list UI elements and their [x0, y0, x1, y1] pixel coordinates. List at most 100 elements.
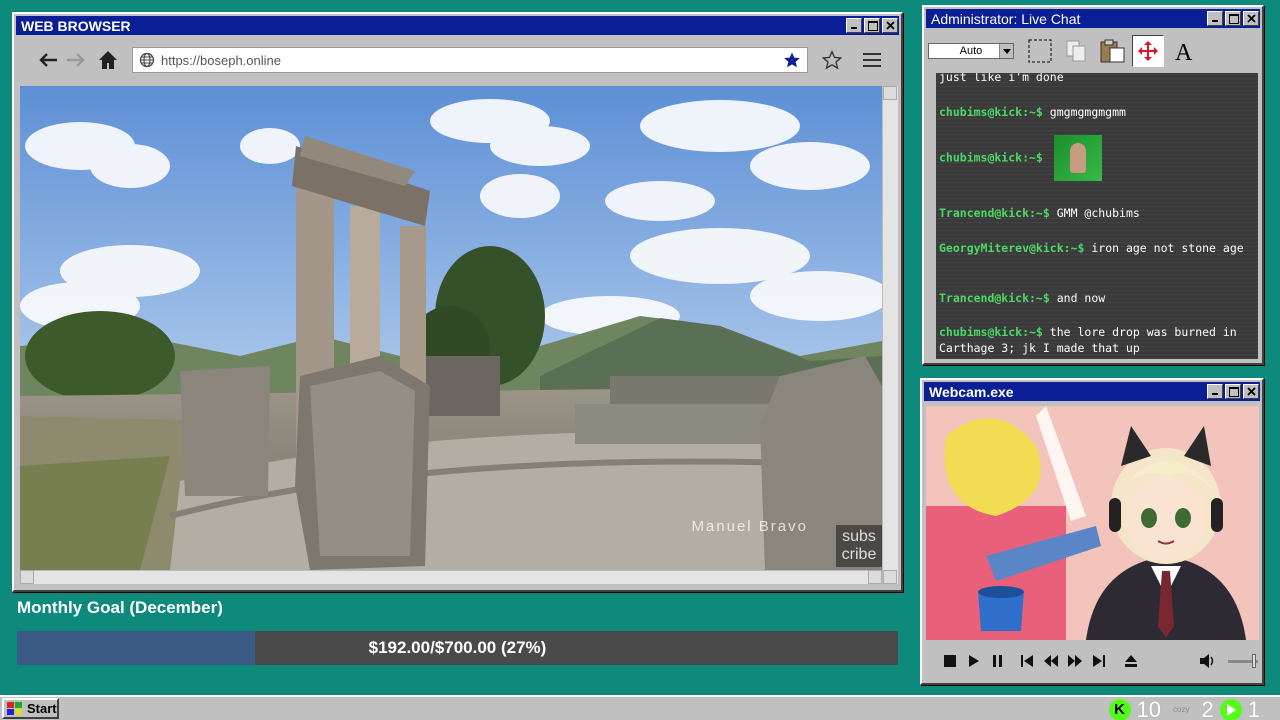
fast-forward-icon [1067, 655, 1082, 667]
scroll-down-button[interactable] [883, 570, 897, 584]
pause-button[interactable] [986, 649, 1010, 673]
home-button[interactable] [94, 45, 122, 75]
select-tool-button[interactable] [1024, 35, 1056, 67]
cozy-viewer-count: 2 [1201, 696, 1214, 720]
star-outline-icon [822, 50, 842, 70]
chat-title: Administrator: Live Chat [931, 10, 1081, 27]
chat-message: chubims@kick:~$ the lore drop was burned… [939, 324, 1249, 356]
favorites-button[interactable] [818, 45, 846, 75]
volume-thumb[interactable] [1252, 654, 1257, 668]
media-controls [926, 646, 1259, 676]
message-user: chubims@kick:~$ [939, 105, 1043, 119]
message-text: iron age not stone age [1091, 241, 1244, 255]
goal-progress-text: $192.00/$700.00 (27%) [368, 638, 547, 657]
hamburger-icon [863, 53, 881, 67]
stop-icon [943, 655, 956, 667]
maximize-button[interactable] [1225, 11, 1241, 26]
webcam-titlebar[interactable]: Webcam.exe [924, 382, 1260, 401]
kick-viewer-count: 10 [1136, 696, 1162, 720]
close-button[interactable] [882, 18, 898, 33]
play-icon [968, 655, 979, 667]
video-watermark: Manuel Bravo [691, 518, 808, 535]
chevron-down-icon [999, 44, 1013, 58]
chat-messages[interactable]: just like i'm done chubims@kick:~$ gmgmg… [936, 73, 1258, 359]
maximize-button[interactable] [1225, 384, 1241, 399]
close-button[interactable] [1243, 11, 1259, 26]
minimize-button[interactable] [1207, 11, 1223, 26]
menu-button[interactable] [858, 45, 886, 75]
chat-titlebar[interactable]: Administrator: Live Chat [926, 9, 1260, 28]
skip-back-icon [1021, 655, 1034, 667]
arrow-right-icon [67, 53, 85, 67]
minimize-button[interactable] [1207, 384, 1223, 399]
system-tray: K 10 cozy 2 1 [1108, 696, 1266, 720]
chat-message: chubims@kick:~$ [939, 135, 1249, 181]
volume-slider[interactable] [1228, 654, 1259, 668]
vertical-scrollbar[interactable] [882, 86, 898, 584]
chat-message: just like i'm done [939, 73, 1249, 85]
scroll-left-button[interactable] [20, 570, 34, 584]
copy-button[interactable] [1060, 35, 1092, 67]
back-button[interactable] [34, 45, 62, 75]
move-tool-button[interactable] [1132, 35, 1164, 67]
message-text: and now [1056, 291, 1106, 305]
home-icon [99, 51, 117, 69]
chat-message: Trancend@kick:~$ and now [939, 290, 1249, 306]
webcam-view [926, 406, 1259, 640]
start-button[interactable]: Start [2, 698, 59, 719]
message-text: just like i'm done [939, 73, 1064, 84]
maximize-button[interactable] [864, 18, 880, 33]
skip-forward-icon [1092, 655, 1105, 667]
marquee-select-icon [1028, 39, 1052, 63]
play-viewer-count: 1 [1247, 696, 1260, 720]
scroll-up-button[interactable] [883, 86, 897, 100]
goal-progress-bar: $192.00/$700.00 (27%) [17, 631, 898, 665]
volume-button[interactable] [1197, 649, 1221, 673]
close-icon [1247, 14, 1256, 23]
fast-forward-button[interactable] [1063, 649, 1087, 673]
next-button[interactable] [1087, 649, 1111, 673]
goal-title: Monthly Goal (December) [17, 598, 223, 617]
message-user: Trancend@kick:~$ [939, 291, 1050, 305]
stop-button[interactable] [938, 649, 962, 673]
subscribe-button[interactable]: subs cribe [836, 525, 882, 567]
webcam-window: Webcam.exe [920, 378, 1264, 685]
play-button[interactable] [962, 649, 986, 673]
font-select[interactable]: Auto [928, 43, 1014, 59]
horizontal-scrollbar[interactable] [20, 570, 882, 584]
font-button[interactable]: A [1168, 35, 1200, 67]
message-user: chubims@kick:~$ [939, 150, 1043, 165]
chat-window: Administrator: Live Chat Auto A just lik… [922, 5, 1264, 365]
paste-icon [1100, 39, 1125, 63]
close-icon [886, 21, 895, 30]
bookmark-star-filled-icon[interactable] [783, 51, 801, 69]
browser-window: WEB BROWSER https://boseph.online Manuel… [12, 12, 903, 592]
move-arrows-icon [1138, 41, 1158, 61]
rewind-icon [1044, 655, 1059, 667]
close-icon [1247, 387, 1256, 396]
eject-button[interactable] [1119, 649, 1143, 673]
close-button[interactable] [1243, 384, 1259, 399]
globe-icon [139, 52, 155, 68]
font-select-value: Auto [959, 45, 983, 57]
video-player[interactable]: Manuel Bravo subs cribe [20, 86, 882, 570]
anime-avatar-image [926, 406, 1259, 640]
minimize-button[interactable] [846, 18, 862, 33]
kick-logo-icon[interactable]: K [1108, 698, 1131, 720]
play-circle-icon[interactable] [1219, 698, 1242, 720]
browser-titlebar[interactable]: WEB BROWSER [16, 16, 899, 35]
font-a-icon: A [1175, 40, 1193, 64]
message-user: chubims@kick:~$ [939, 325, 1043, 339]
eject-icon [1124, 655, 1137, 667]
rewind-button[interactable] [1039, 649, 1063, 673]
address-bar[interactable]: https://boseph.online [132, 47, 808, 73]
scroll-right-button[interactable] [868, 570, 882, 584]
url-text: https://boseph.online [161, 52, 281, 68]
browser-title: WEB BROWSER [21, 17, 131, 34]
paste-button[interactable] [1096, 35, 1128, 67]
green-screen-emote-icon [1053, 135, 1102, 181]
start-label: Start [27, 701, 57, 716]
forward-button[interactable] [62, 45, 90, 75]
svg-text:A: A [1175, 40, 1193, 64]
previous-button[interactable] [1015, 649, 1039, 673]
